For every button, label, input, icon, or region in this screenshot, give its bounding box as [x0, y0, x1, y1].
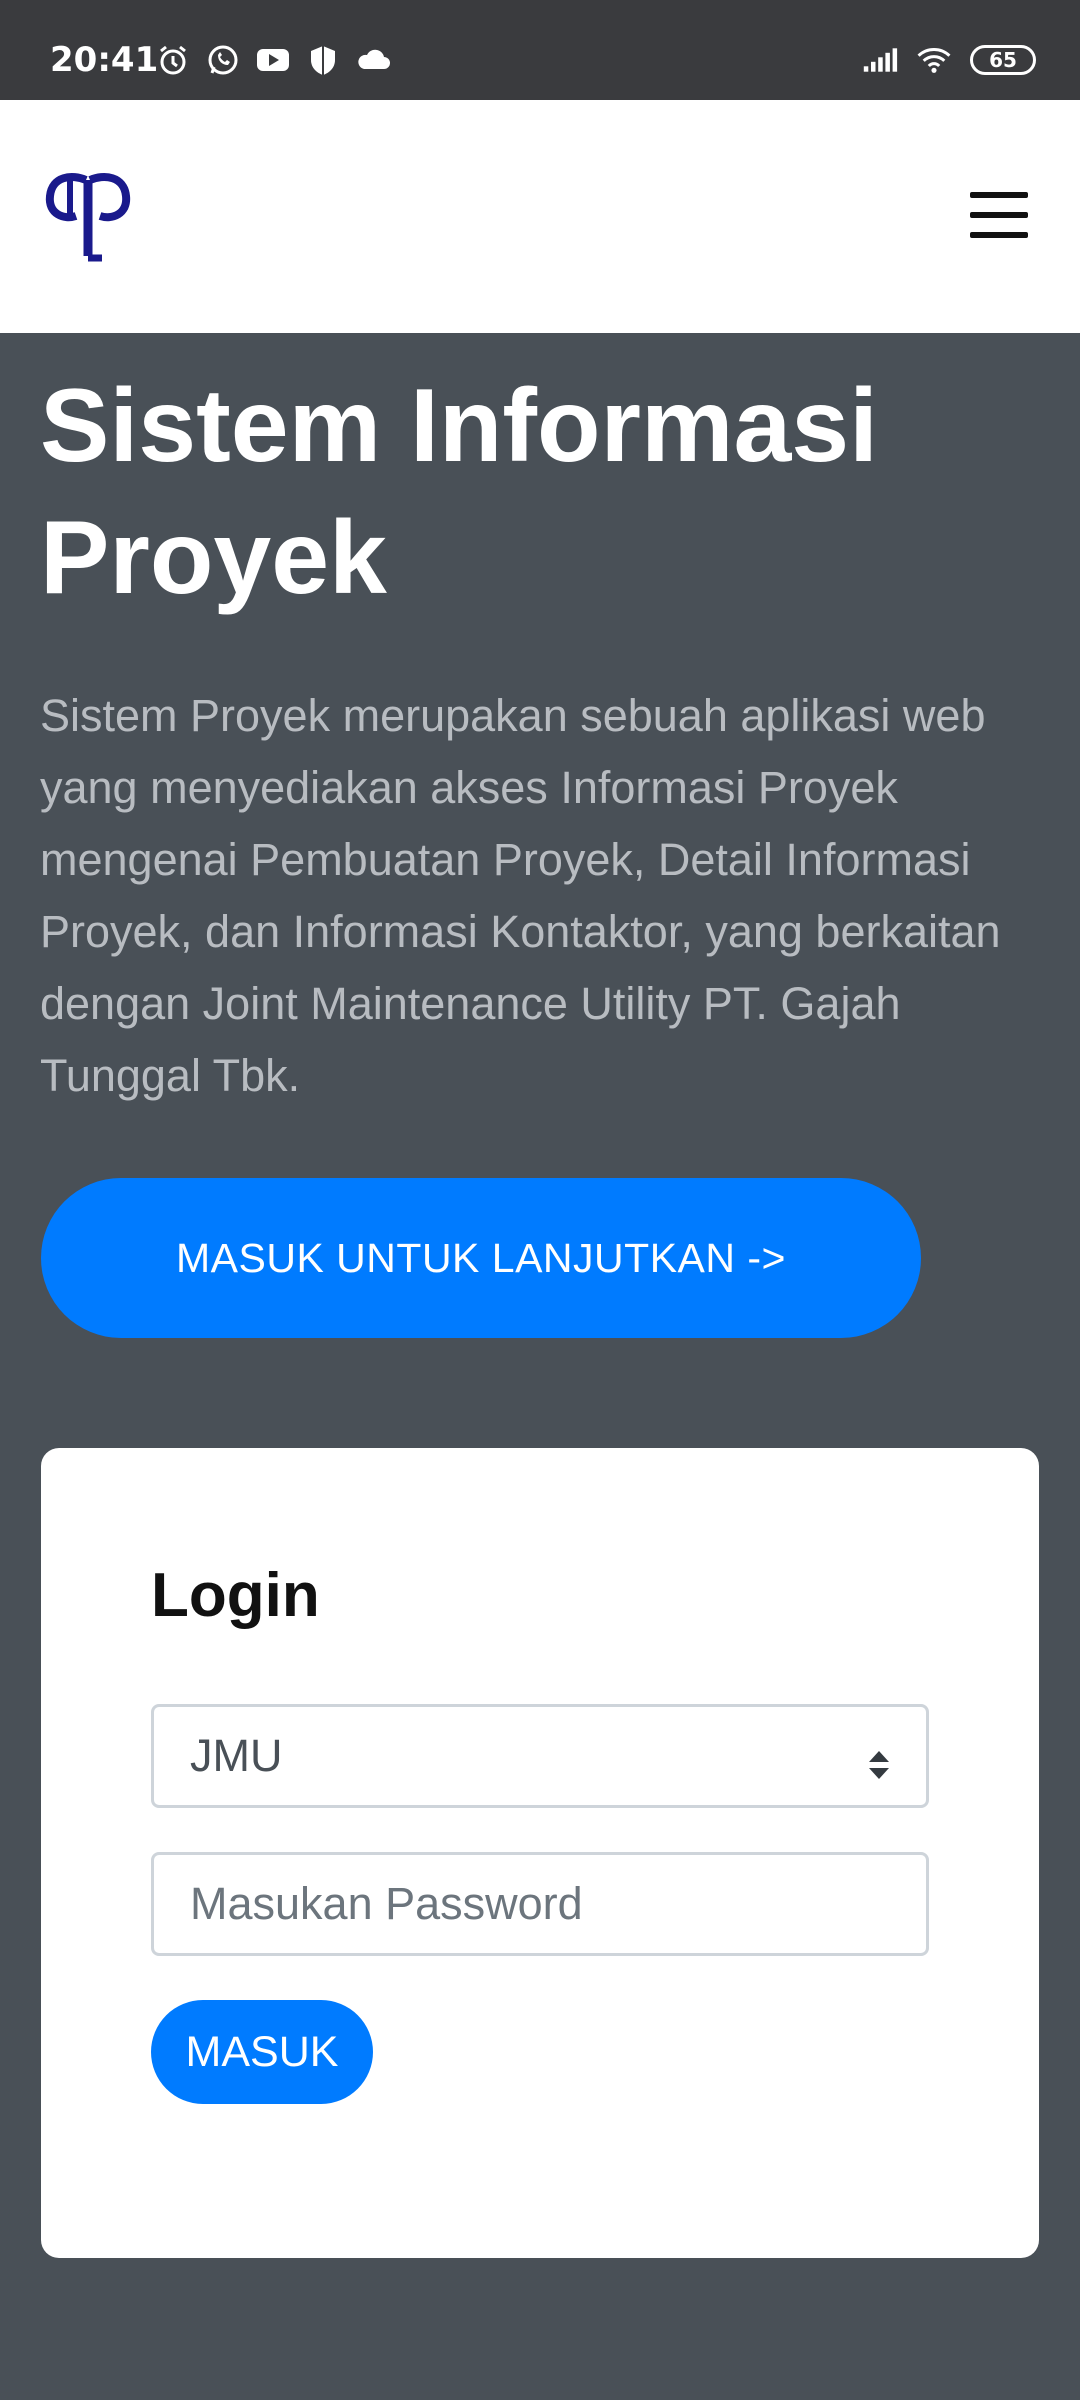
cloud-icon	[355, 42, 391, 78]
page-title: Sistem Informasi Proyek	[40, 360, 1020, 624]
status-time: 20:41	[50, 40, 159, 80]
shield-app-icon	[305, 42, 341, 78]
battery-icon: 65	[970, 45, 1036, 75]
unit-select-value: JMU	[190, 1730, 283, 1781]
page-title-line-1: Sistem Informasi	[40, 368, 879, 484]
navbar	[0, 100, 1080, 333]
unit-select[interactable]: JMU	[151, 1704, 929, 1808]
login-card: Login JMU MASUK	[41, 1448, 1039, 2258]
battery-level: 65	[989, 48, 1017, 72]
continue-login-button[interactable]: MASUK UNTUK LANJUTKAN ->	[41, 1178, 921, 1338]
notification-icons	[155, 42, 391, 78]
youtube-icon	[255, 42, 291, 78]
company-logo[interactable]	[42, 166, 134, 266]
login-submit-button[interactable]: MASUK	[151, 2000, 373, 2104]
alarm-icon	[155, 42, 191, 78]
status-bar: 20:41 65	[0, 0, 1080, 100]
login-title: Login	[151, 1561, 320, 1630]
page-title-line-2: Proyek	[40, 500, 387, 616]
select-arrows-icon	[866, 1741, 892, 1779]
hamburger-menu-icon[interactable]	[970, 192, 1032, 242]
system-icons: 65	[862, 42, 1036, 78]
whatsapp-icon	[205, 42, 241, 78]
wifi-icon	[916, 42, 952, 78]
hero-description: Sistem Proyek merupakan sebuah aplikasi …	[40, 690, 1001, 1101]
signal-icon	[862, 42, 898, 78]
password-input[interactable]	[151, 1852, 929, 1956]
